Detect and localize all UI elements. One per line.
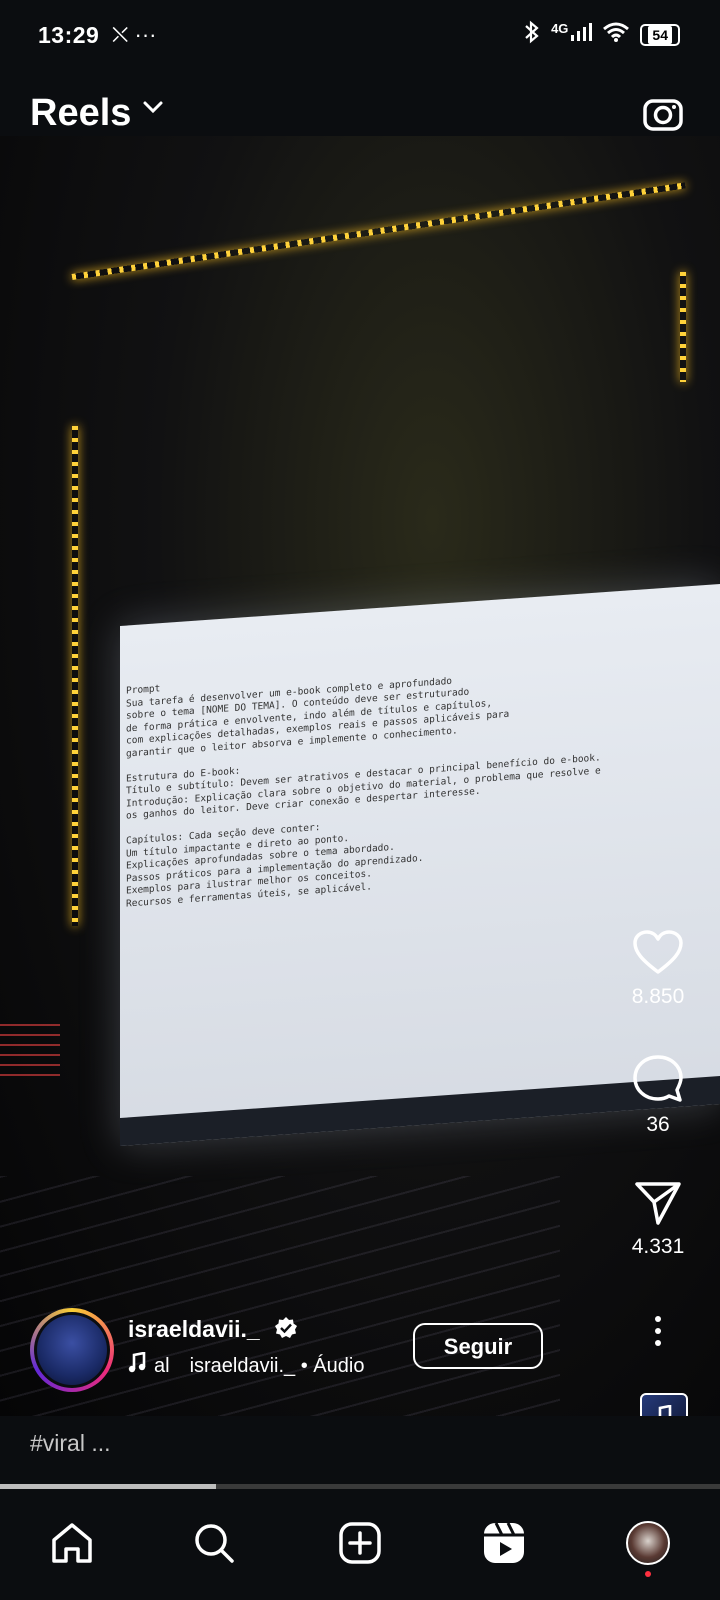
username[interactable]: israeldavii._ — [128, 1316, 260, 1343]
notification-icons: ⛌ ··· — [112, 22, 157, 47]
heart-icon[interactable] — [632, 930, 684, 980]
author-row: israeldavii._ al israeldavii._ • Áudio S… — [30, 1308, 630, 1392]
reels-icon[interactable] — [480, 1519, 528, 1567]
send-icon[interactable] — [634, 1182, 682, 1230]
page-title[interactable]: Reels — [30, 92, 131, 135]
led-strip-left — [72, 426, 78, 926]
like-count: 8.850 — [631, 985, 685, 1008]
network-type: 4G — [551, 21, 569, 36]
caption[interactable]: #viral ... — [30, 1430, 111, 1457]
battery-icon: 54 — [640, 23, 680, 46]
home-icon[interactable] — [48, 1519, 96, 1567]
status-right-icons: 4G 54 — [523, 20, 680, 49]
avatar-image — [37, 1315, 107, 1385]
share-action[interactable]: 4.331 — [622, 1180, 694, 1259]
comment-action[interactable]: 36 — [622, 1054, 694, 1137]
follow-button[interactable]: Seguir — [413, 1323, 543, 1369]
bottom-nav — [0, 1489, 720, 1600]
led-strip-right — [680, 272, 686, 382]
profile-tab[interactable] — [624, 1519, 672, 1577]
verified-badge-icon — [274, 1316, 298, 1345]
more-vertical-icon[interactable] — [653, 1316, 663, 1352]
camera-icon[interactable] — [642, 94, 684, 137]
profile-avatar — [626, 1521, 670, 1565]
wifi-icon — [602, 21, 630, 48]
monitor-text: Prompt Sua tarefa é desenvolver um e-book… — [126, 645, 706, 911]
comment-count: 36 — [646, 1113, 670, 1136]
music-note-icon — [128, 1351, 146, 1380]
like-action[interactable]: 8.850 — [622, 930, 694, 1009]
signal-icon — [570, 22, 593, 47]
story-ring[interactable] — [30, 1308, 114, 1392]
comment-icon[interactable] — [632, 1055, 684, 1108]
create-icon[interactable] — [336, 1519, 384, 1567]
red-keyboard-lights — [0, 1016, 60, 1076]
bluetooth-icon — [523, 20, 541, 49]
caption-bar: #viral ... — [0, 1416, 720, 1484]
audio-line[interactable]: al israeldavii._ • Áudio — [128, 1351, 365, 1380]
battery-level: 54 — [648, 25, 672, 44]
led-strip-top — [71, 182, 686, 280]
audio-prefix: al — [154, 1354, 170, 1377]
avatar[interactable] — [34, 1312, 110, 1388]
chevron-down-icon[interactable] — [142, 100, 164, 119]
more-options-button[interactable] — [622, 1314, 694, 1353]
audio-label: israeldavii._ • Áudio — [189, 1354, 365, 1377]
reel-video[interactable]: Prompt Sua tarefa é desenvolver um e-book… — [0, 136, 720, 1416]
reels-header: Reels — [0, 72, 720, 136]
status-time: 13:29 — [38, 22, 100, 48]
search-icon[interactable] — [190, 1519, 238, 1567]
notification-dot — [645, 1571, 651, 1577]
status-bar: 13:29 ⛌ ··· 4G 54 — [0, 0, 720, 72]
share-count: 4.331 — [631, 1235, 685, 1258]
